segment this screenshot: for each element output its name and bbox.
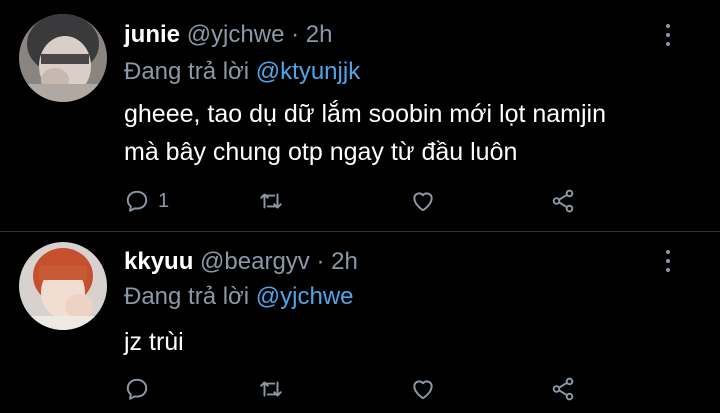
tweet-text-line: mà bây chung otp ngay từ đầu luôn xyxy=(124,138,518,166)
more-vertical-icon[interactable] xyxy=(662,24,674,50)
more-vertical-icon[interactable] xyxy=(662,250,674,276)
avatar[interactable] xyxy=(19,242,107,330)
separator-dot: · xyxy=(291,21,300,48)
comment-icon xyxy=(126,190,148,212)
tweet-text: jz trùi xyxy=(124,323,184,361)
retweet-icon xyxy=(260,193,282,209)
retweet-button[interactable] xyxy=(258,184,284,218)
user-handle[interactable]: @yjchwe xyxy=(187,21,285,48)
mention-link[interactable]: @ktyunjjk xyxy=(256,58,360,85)
tweet-text-line: gheee, tao dụ dữ lắm soobin mới lọt namj… xyxy=(124,100,607,128)
like-button[interactable] xyxy=(410,184,436,218)
tweet[interactable]: junie @yjchwe · 2h Đang trả lời @ktyunjj… xyxy=(0,0,720,232)
heart-icon xyxy=(413,192,433,212)
replying-to: Đang trả lời @yjchwe xyxy=(124,283,354,311)
avatar[interactable] xyxy=(19,14,107,102)
reply-button[interactable] xyxy=(124,372,158,406)
display-name[interactable]: kkyuu xyxy=(124,248,193,275)
reply-count: 1 xyxy=(158,189,170,212)
tweet-text: gheee, tao dụ dữ lắm soobin mới lọt namj… xyxy=(124,95,606,171)
action-bar xyxy=(0,372,720,406)
separator-dot: · xyxy=(316,248,325,275)
retweet-button[interactable] xyxy=(258,372,284,406)
reply-button[interactable]: 1 xyxy=(124,184,169,218)
replying-to-label: Đang trả lời xyxy=(124,58,250,85)
action-bar: 1 xyxy=(0,184,720,218)
tweet-header: junie @yjchwe · 2h xyxy=(124,21,332,49)
timestamp[interactable]: 2h xyxy=(306,21,333,48)
mention-link[interactable]: @yjchwe xyxy=(256,283,354,310)
share-button[interactable] xyxy=(550,372,576,406)
tweet-header: kkyuu @beargyv · 2h xyxy=(124,248,358,276)
display-name[interactable]: junie xyxy=(124,21,180,48)
like-button[interactable] xyxy=(410,372,436,406)
retweet-icon xyxy=(260,381,282,397)
replying-to: Đang trả lời @ktyunjjk xyxy=(124,58,360,86)
replying-to-label: Đang trả lời xyxy=(124,283,250,310)
share-button[interactable] xyxy=(550,184,576,218)
share-icon xyxy=(552,189,574,213)
heart-icon xyxy=(413,380,433,400)
share-icon xyxy=(552,377,574,401)
user-handle[interactable]: @beargyv xyxy=(200,248,310,275)
comment-icon xyxy=(126,378,148,400)
tweet[interactable]: kkyuu @beargyv · 2h Đang trả lời @yjchwe… xyxy=(0,232,720,413)
timestamp[interactable]: 2h xyxy=(331,248,358,275)
tweet-text-line: jz trùi xyxy=(124,328,184,356)
